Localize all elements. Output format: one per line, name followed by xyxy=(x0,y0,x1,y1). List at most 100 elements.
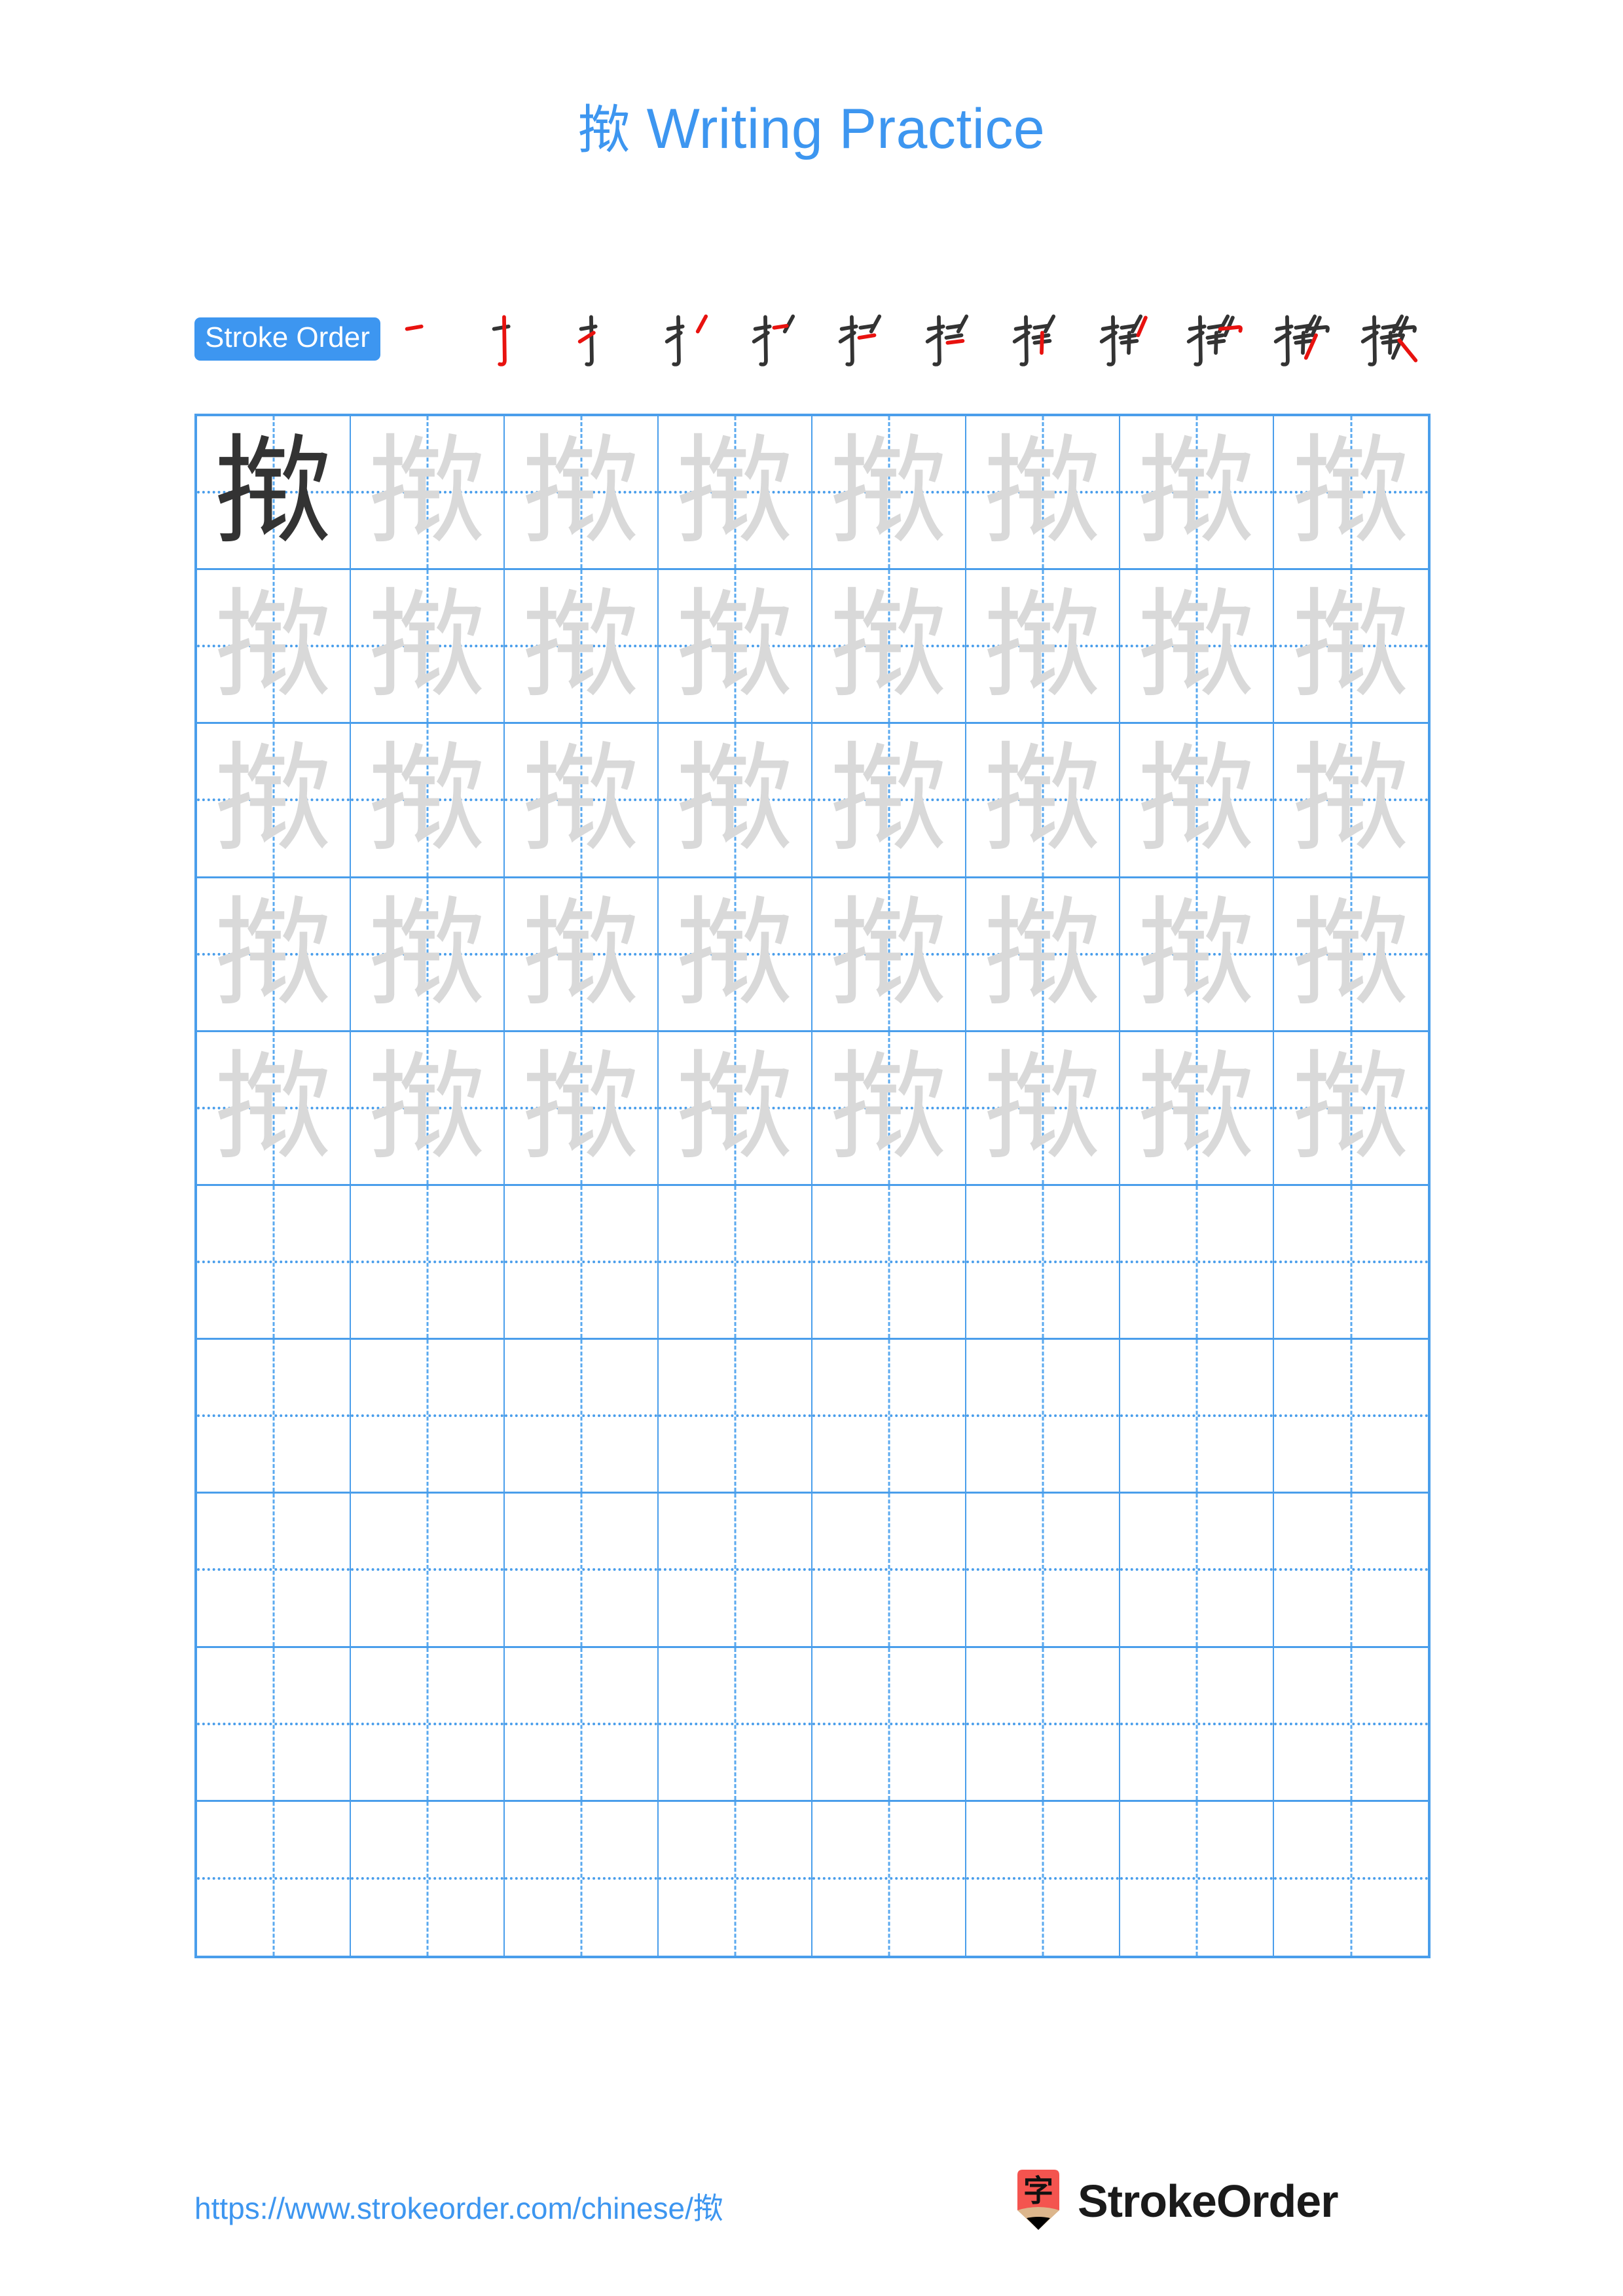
practice-cell-r5-c1[interactable]: 揿 xyxy=(197,1031,351,1186)
practice-cell-r8-c8[interactable] xyxy=(1274,1494,1428,1648)
practice-cell-r5-c4[interactable]: 揿 xyxy=(659,1031,812,1186)
cell-guide-horizontal xyxy=(351,1568,503,1571)
practice-cell-r1-c4[interactable]: 揿 xyxy=(659,416,812,571)
brand-logo[interactable]: 字 StrokeOrder xyxy=(1013,2165,1338,2237)
practice-cell-r4-c6[interactable]: 揿 xyxy=(966,878,1120,1032)
practice-cell-r3-c1[interactable]: 揿 xyxy=(197,724,351,878)
practice-cell-r3-c6[interactable]: 揿 xyxy=(966,724,1120,878)
practice-cell-r3-c5[interactable]: 揿 xyxy=(812,724,966,878)
practice-cell-r7-c2[interactable] xyxy=(351,1340,505,1494)
practice-cell-r4-c4[interactable]: 揿 xyxy=(659,878,812,1032)
practice-cell-r8-c3[interactable] xyxy=(505,1494,659,1648)
practice-cell-r1-c3[interactable]: 揿 xyxy=(505,416,659,571)
practice-cell-r9-c1[interactable] xyxy=(197,1647,351,1802)
practice-cell-r8-c2[interactable] xyxy=(351,1494,505,1648)
practice-cell-r7-c8[interactable] xyxy=(1274,1340,1428,1494)
practice-cell-r5-c5[interactable]: 揿 xyxy=(812,1031,966,1186)
practice-cell-r4-c8[interactable]: 揿 xyxy=(1274,878,1428,1032)
practice-cell-r6-c8[interactable] xyxy=(1274,1185,1428,1340)
practice-cell-r1-c8[interactable]: 揿 xyxy=(1274,416,1428,571)
practice-cell-r9-c7[interactable] xyxy=(1120,1647,1274,1802)
practice-cell-r6-c3[interactable] xyxy=(505,1185,659,1340)
practice-cell-r6-c7[interactable] xyxy=(1120,1185,1274,1340)
trace-character: 揿 xyxy=(676,577,794,715)
practice-cell-r6-c4[interactable] xyxy=(659,1185,812,1340)
practice-cell-r9-c8[interactable] xyxy=(1274,1647,1428,1802)
practice-cell-r4-c3[interactable]: 揿 xyxy=(505,878,659,1032)
footer-url-link[interactable]: https://www.strokeorder.com/chinese/揿 xyxy=(194,2185,723,2228)
cell-guide-horizontal xyxy=(1120,1414,1273,1418)
practice-cell-r6-c1[interactable] xyxy=(197,1185,351,1340)
practice-cell-r3-c8[interactable]: 揿 xyxy=(1274,724,1428,878)
practice-cell-r8-c1[interactable] xyxy=(197,1494,351,1648)
practice-cell-r8-c7[interactable] xyxy=(1120,1494,1274,1648)
practice-cell-r2-c5[interactable]: 揿 xyxy=(812,570,966,725)
practice-cell-r7-c4[interactable] xyxy=(659,1340,812,1494)
cell-guide-horizontal xyxy=(966,1877,1119,1880)
practice-cell-r1-c6[interactable]: 揿 xyxy=(966,416,1120,571)
practice-cell-r5-c7[interactable]: 揿 xyxy=(1120,1031,1274,1186)
practice-cell-r3-c7[interactable]: 揿 xyxy=(1120,724,1274,878)
practice-cell-r10-c1[interactable] xyxy=(197,1801,351,1956)
cell-guide-horizontal xyxy=(351,1722,503,1725)
page-title-suffix: Writing Practice xyxy=(630,98,1046,160)
practice-cell-r9-c3[interactable] xyxy=(505,1647,659,1802)
practice-cell-r2-c3[interactable]: 揿 xyxy=(505,570,659,725)
trace-character: 揿 xyxy=(676,731,794,869)
stroke-step-2 xyxy=(477,308,562,370)
practice-cell-r9-c5[interactable] xyxy=(812,1647,966,1802)
trace-character: 揿 xyxy=(1137,885,1256,1022)
practice-cell-r1-c1[interactable]: 揿 xyxy=(197,416,351,571)
practice-cell-r1-c2[interactable]: 揿 xyxy=(351,416,505,571)
practice-cell-r2-c1[interactable]: 揿 xyxy=(197,570,351,725)
practice-cell-r3-c3[interactable]: 揿 xyxy=(505,724,659,878)
practice-cell-r9-c6[interactable] xyxy=(966,1647,1120,1802)
cell-guide-horizontal xyxy=(1120,1722,1273,1725)
practice-cell-r9-c4[interactable] xyxy=(659,1647,812,1802)
practice-cell-r1-c5[interactable]: 揿 xyxy=(812,416,966,571)
practice-cell-r8-c5[interactable] xyxy=(812,1494,966,1648)
practice-cell-r4-c2[interactable]: 揿 xyxy=(351,878,505,1032)
practice-cell-r7-c7[interactable] xyxy=(1120,1340,1274,1494)
practice-cell-r7-c3[interactable] xyxy=(505,1340,659,1494)
practice-cell-r3-c4[interactable]: 揿 xyxy=(659,724,812,878)
stroke-step-5 xyxy=(738,308,823,370)
practice-cell-r3-c2[interactable]: 揿 xyxy=(351,724,505,878)
practice-cell-r8-c6[interactable] xyxy=(966,1494,1120,1648)
practice-cell-r6-c6[interactable] xyxy=(966,1185,1120,1340)
practice-cell-r7-c1[interactable] xyxy=(197,1340,351,1494)
practice-cell-r8-c4[interactable] xyxy=(659,1494,812,1648)
cell-guide-horizontal xyxy=(505,1877,657,1880)
practice-cell-r4-c7[interactable]: 揿 xyxy=(1120,878,1274,1032)
practice-cell-r10-c3[interactable] xyxy=(505,1801,659,1956)
practice-cell-r2-c2[interactable]: 揿 xyxy=(351,570,505,725)
practice-cell-r2-c6[interactable]: 揿 xyxy=(966,570,1120,725)
cell-guide-horizontal xyxy=(659,1722,811,1725)
practice-cell-r2-c4[interactable]: 揿 xyxy=(659,570,812,725)
practice-cell-r5-c3[interactable]: 揿 xyxy=(505,1031,659,1186)
practice-cell-r10-c8[interactable] xyxy=(1274,1801,1428,1956)
practice-cell-r10-c6[interactable] xyxy=(966,1801,1120,1956)
practice-cell-r6-c2[interactable] xyxy=(351,1185,505,1340)
cell-guide-horizontal xyxy=(1274,1261,1428,1264)
practice-cell-r4-c5[interactable]: 揿 xyxy=(812,878,966,1032)
practice-cell-r5-c6[interactable]: 揿 xyxy=(966,1031,1120,1186)
practice-cell-r2-c8[interactable]: 揿 xyxy=(1274,570,1428,725)
practice-cell-r4-c1[interactable]: 揿 xyxy=(197,878,351,1032)
practice-cell-r7-c6[interactable] xyxy=(966,1340,1120,1494)
practice-cell-r6-c5[interactable] xyxy=(812,1185,966,1340)
practice-cell-r5-c8[interactable]: 揿 xyxy=(1274,1031,1428,1186)
practice-cell-r5-c2[interactable]: 揿 xyxy=(351,1031,505,1186)
practice-cell-r1-c7[interactable]: 揿 xyxy=(1120,416,1274,571)
cell-guide-horizontal xyxy=(1120,1877,1273,1880)
cell-guide-horizontal xyxy=(197,1877,350,1880)
practice-cell-r7-c5[interactable] xyxy=(812,1340,966,1494)
cell-guide-horizontal xyxy=(505,1568,657,1571)
practice-cell-r9-c2[interactable] xyxy=(351,1647,505,1802)
practice-cell-r10-c4[interactable] xyxy=(659,1801,812,1956)
trace-character: 揿 xyxy=(1292,731,1410,869)
practice-cell-r10-c7[interactable] xyxy=(1120,1801,1274,1956)
practice-cell-r10-c5[interactable] xyxy=(812,1801,966,1956)
practice-cell-r10-c2[interactable] xyxy=(351,1801,505,1956)
practice-cell-r2-c7[interactable]: 揿 xyxy=(1120,570,1274,725)
